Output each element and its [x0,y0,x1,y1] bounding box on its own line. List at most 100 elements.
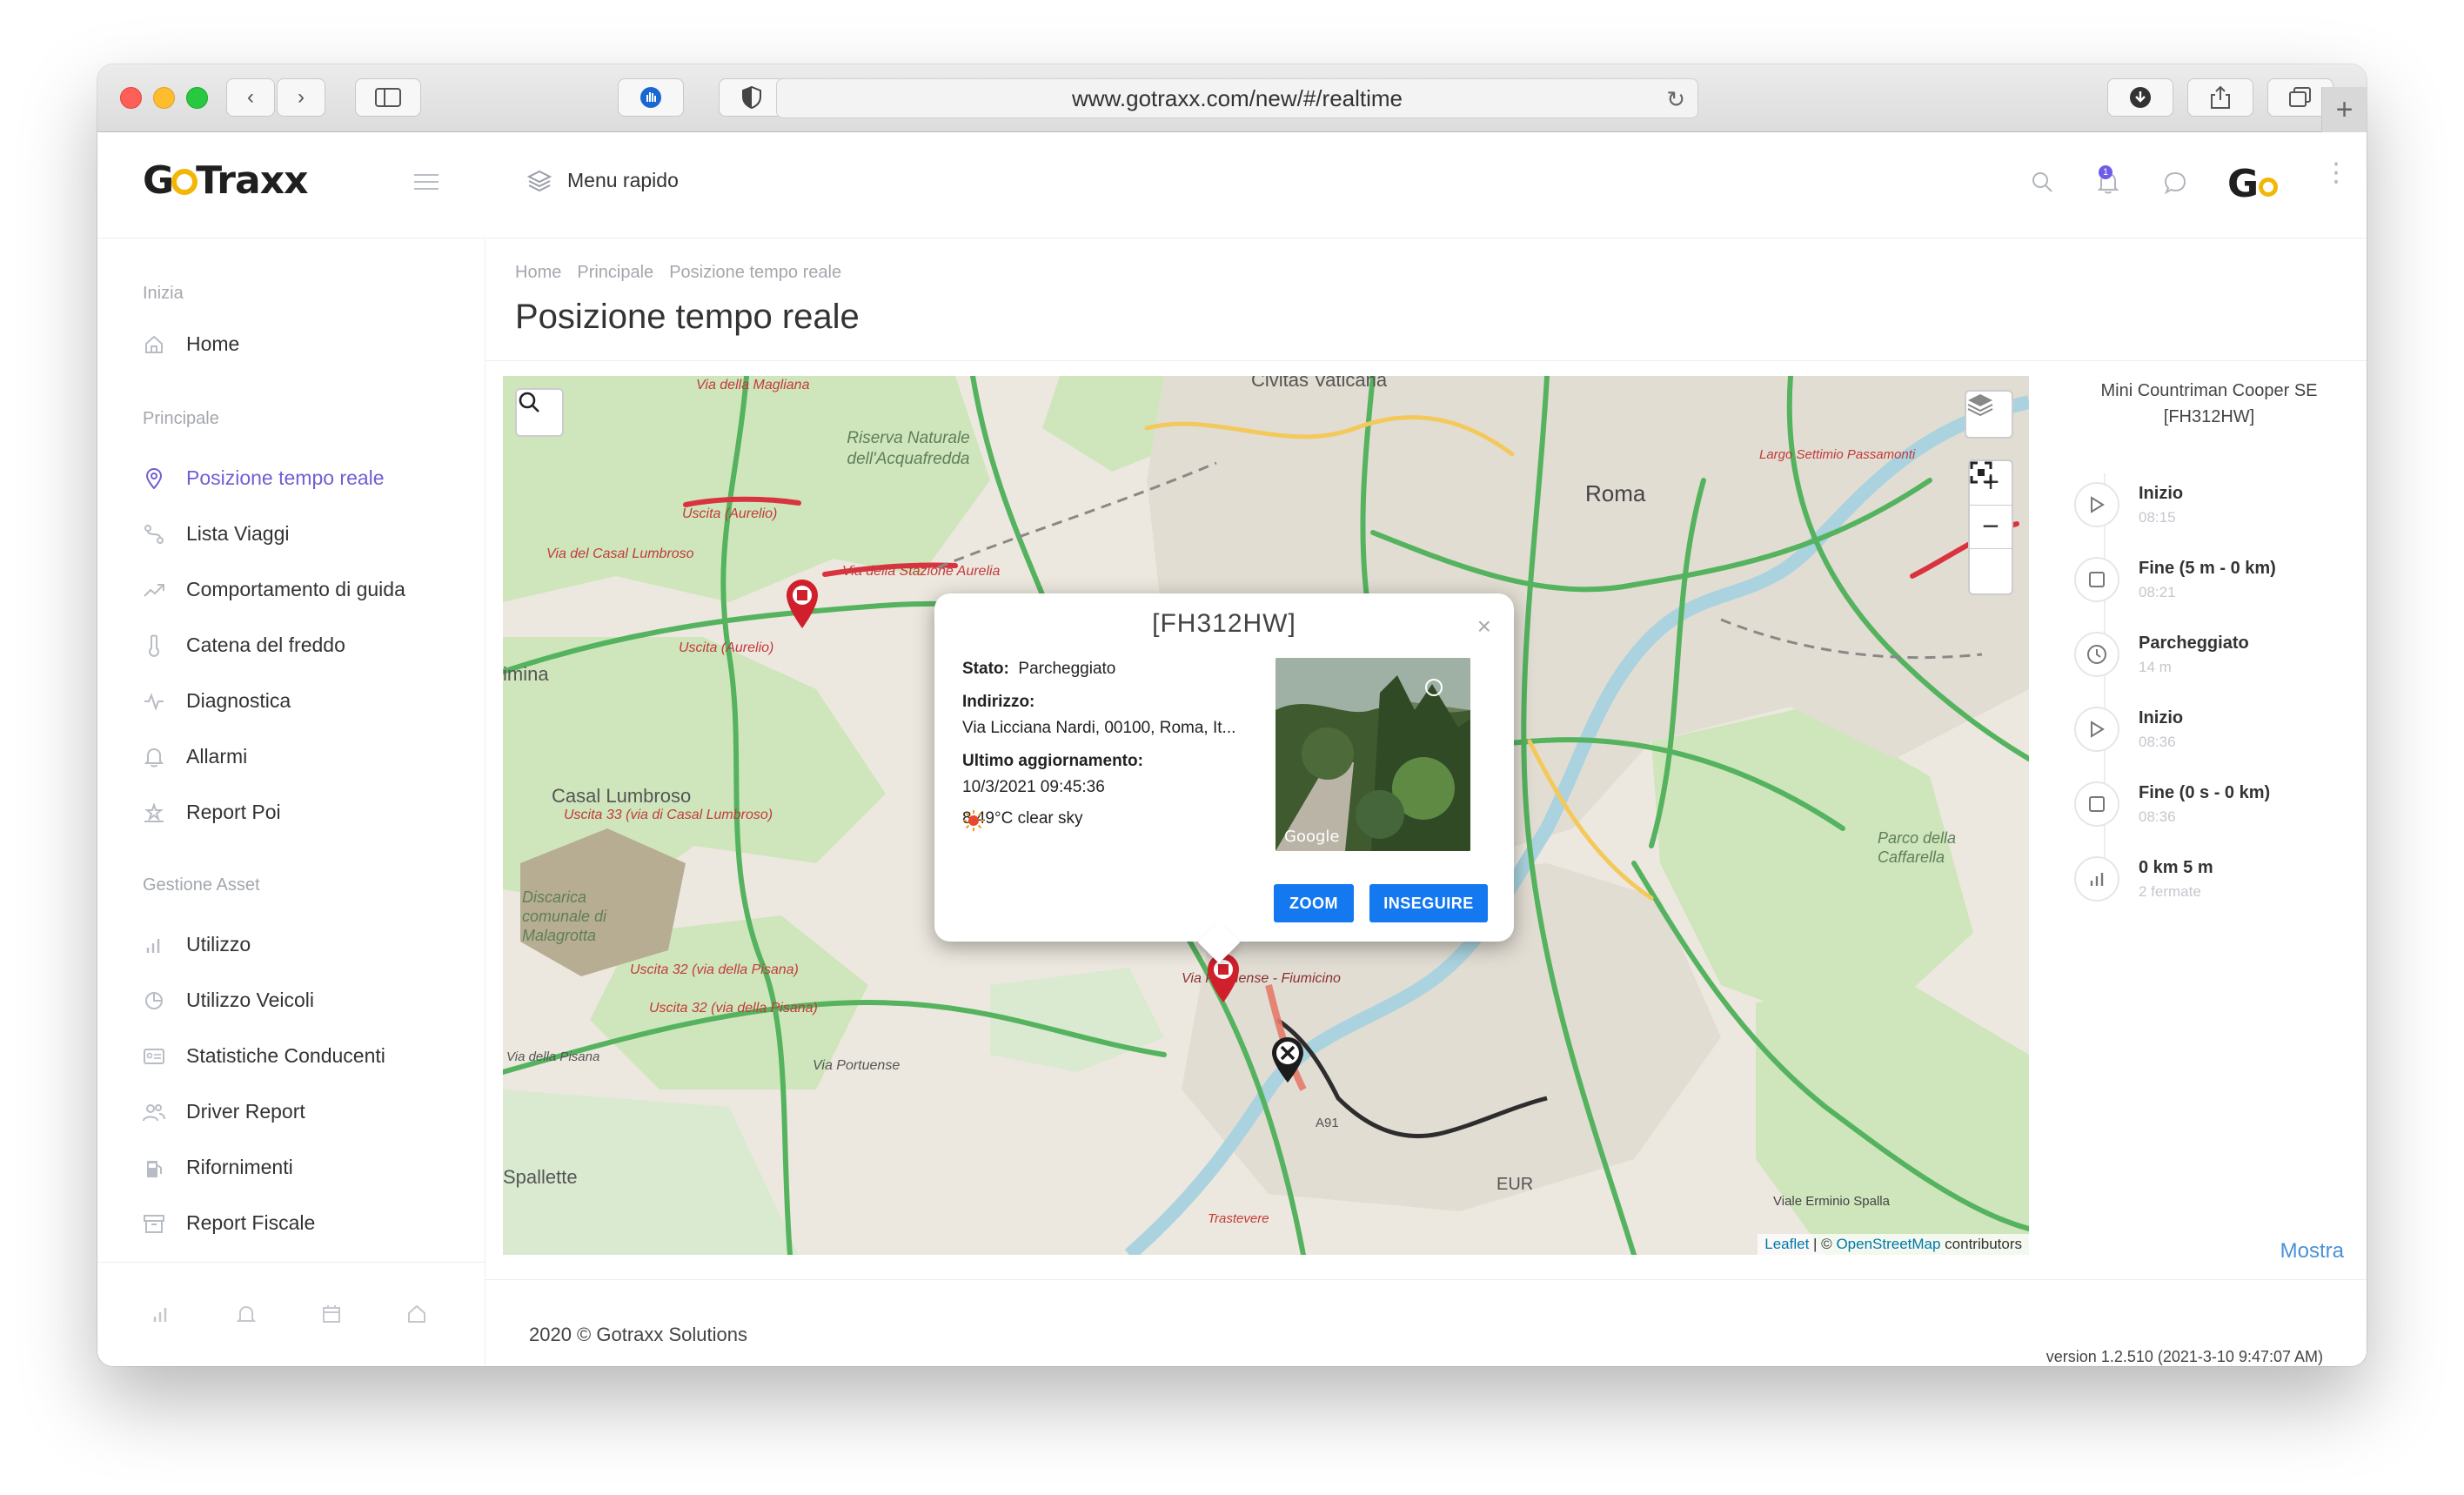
privacy-extension-button[interactable] [618,78,684,117]
forward-button[interactable]: › [277,78,325,117]
map-layers-button[interactable] [1965,390,2013,439]
event-sub: 08:36 [2139,734,2176,750]
close-window-button[interactable] [120,87,142,109]
timeline-event[interactable]: Parcheggiato 14 m [2074,632,2249,677]
sidebar-item-posizione-tempo-reale[interactable]: Posizione tempo reale [143,466,385,490]
breadcrumb-home[interactable]: Home [515,263,561,283]
sidebar-item-utilizzo[interactable]: Utilizzo [143,933,251,956]
stats-shortcut-icon[interactable] [151,1304,171,1330]
map-label-uscita32b: Uscita 32 (via della Pisana) [649,1001,818,1016]
sidebar-item-label: Utilizzo [186,933,251,955]
chat-bubble-icon[interactable] [2163,171,2187,201]
shield-extension-button[interactable] [719,78,785,117]
sidebar-item-diagnostica[interactable]: Diagnostica [143,689,291,713]
sidebar-item-lista-viaggi[interactable]: Lista Viaggi [143,522,290,546]
sidebar-item-label: Lista Viaggi [186,522,290,545]
vehicle-info-popup: [FH312HW] × Stato: Parcheggiato Indirizz… [934,593,1514,964]
sidebar-item-utilizzo-veicoli[interactable]: Utilizzo Veicoli [143,989,314,1012]
calendar-icon[interactable] [322,1304,341,1330]
page-footer: 2020 © Gotraxx Solutions version 1.2.510… [485,1279,2367,1366]
back-button[interactable]: ‹ [226,78,275,117]
minimize-window-button[interactable] [153,87,175,109]
follow-button[interactable]: INSEGUIRE [1369,884,1488,922]
gotraxx-logo[interactable]: G Traxx [143,158,308,203]
sidebar-toggle-button[interactable] [355,78,421,117]
version-text: version 1.2.510 (2021-3-10 9:47:07 AM) [2046,1348,2323,1365]
timeline-event[interactable]: Fine (0 s - 0 km) 08:36 [2074,781,2270,827]
mostra-link[interactable]: Mostra [2280,1239,2344,1264]
zoom-out-button[interactable]: − [1970,506,2012,550]
sidebar-item-home[interactable]: Home [143,332,239,356]
clock-icon [2074,632,2119,677]
sidebar-item-report-fiscale[interactable]: Report Fiscale [143,1211,315,1235]
timeline-event[interactable]: Fine (5 m - 0 km) 08:21 [2074,557,2276,602]
users-icon [143,1101,165,1123]
page-title: Posizione tempo reale [515,298,860,336]
sidebar-item-catena-del-freddo[interactable]: Catena del freddo [143,634,345,657]
location-pin-icon [143,467,165,490]
reload-icon[interactable]: ↻ [1666,86,1685,113]
sidebar-item-label: Posizione tempo reale [186,466,385,489]
stato-label: Stato: [962,660,1009,678]
map-search-button[interactable] [515,388,564,437]
screenshot-stage: ‹ › www.gotraxx.com/new/#/realtime ↻ + G… [0,0,2464,1495]
map-label-via-portuense: Via Portuense [813,1058,901,1073]
timeline-event[interactable]: Inizio 08:15 [2074,482,2183,527]
browser-window: ‹ › www.gotraxx.com/new/#/realtime ↻ + G… [97,64,2367,1366]
user-avatar[interactable]: G [2227,162,2279,206]
avatar-pin-mark [2259,178,2279,197]
trip-end-marker[interactable] [1269,1036,1307,1084]
map-label-civitas: Civitas Vaticana [1251,376,1388,391]
realtime-map[interactable]: Roma Civitas Vaticana Casal Lumbroso Usc… [503,376,2029,1255]
map-label-parco: Parco della Caffarella [1878,829,1957,866]
alarm-shortcut-bell-icon[interactable] [236,1304,257,1331]
map-label-uscita32a: Uscita 32 (via della Pisana) [630,962,799,977]
chevron-right-icon: › [298,85,305,109]
event-sub: 08:15 [2139,509,2176,526]
timeline-summary: 0 km 5 m 2 fermate [2074,856,2213,902]
popup-close-button[interactable]: × [1477,613,1491,640]
sidebar-item-label: Diagnostica [186,689,291,712]
zoom-window-button[interactable] [186,87,208,109]
timeline-event[interactable]: Inizio 08:36 [2074,707,2183,752]
route-icon [143,523,165,546]
street-view-image [1276,658,1470,851]
quick-menu-button[interactable]: Menu rapido [527,169,679,192]
sidebar-item-rifornimenti[interactable]: Rifornimenti [143,1156,293,1179]
layers-icon [527,170,552,191]
popup-stato-row: Stato: Parcheggiato [962,660,1115,679]
address-bar[interactable]: www.gotraxx.com/new/#/realtime ↻ [776,78,1698,118]
sidebar-item-statistiche-conducenti[interactable]: Statistiche Conducenti [143,1044,385,1068]
popup-aggiornamento-row: Ultimo aggiornamento: 10/3/2021 09:45:36 [962,752,1143,797]
street-view-thumbnail[interactable]: Google [1276,658,1470,851]
summary-sub: 2 fermate [2139,883,2201,900]
openstreetmap-link[interactable]: OpenStreetMap [1836,1236,1940,1252]
home-shortcut-icon[interactable] [407,1304,426,1330]
more-options-icon[interactable]: ⋮ [2323,160,2349,186]
fullscreen-button[interactable] [1970,461,2012,593]
event-title: Fine (0 s - 0 km) [2139,783,2271,802]
zoom-button[interactable]: ZOOM [1274,884,1354,922]
downloads-button[interactable] [2107,78,2173,117]
search-icon[interactable] [2031,171,2053,199]
sidebar-item-driver-report[interactable]: Driver Report [143,1100,305,1123]
vehicle-model: Mini Countriman Cooper SE [2100,381,2318,400]
sidebar-item-label: Driver Report [186,1100,305,1123]
sidebar-item-comportamento-di-guida[interactable]: Comportamento di guida [143,578,405,601]
vehicle-position-marker[interactable] [1204,952,1242,1004]
bell-icon [143,746,165,768]
share-button[interactable] [2187,78,2253,117]
browser-titlebar: ‹ › www.gotraxx.com/new/#/realtime ↻ + [97,64,2367,132]
sidebar-collapse-button[interactable] [414,174,439,195]
leaflet-link[interactable]: Leaflet [1764,1236,1809,1252]
vehicle-name: Mini Countriman Cooper SE [FH312HW] [2052,378,2367,430]
new-tab-button[interactable]: + [2321,87,2367,132]
indirizzo-label: Indirizzo: [962,693,1035,711]
sidebar-section-gestione-asset: Gestione Asset [143,875,260,895]
breadcrumb-principale[interactable]: Principale [577,263,653,283]
sidebar-item-allarmi[interactable]: Allarmi [143,745,247,768]
sidebar-item-report-poi[interactable]: Report Poi [143,801,281,824]
fuel-icon [143,1156,165,1179]
breadcrumb: Home Principale Posizione tempo reale [515,263,841,283]
vehicle-stop-marker[interactable] [783,578,821,630]
